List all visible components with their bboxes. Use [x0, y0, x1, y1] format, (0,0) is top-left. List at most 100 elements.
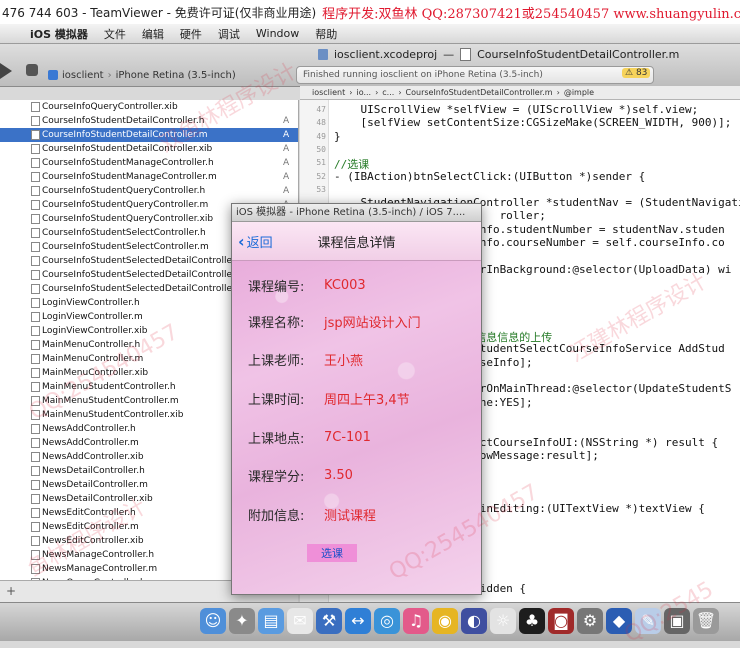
file-list-item[interactable]: CourseInfoStudentManageController.m A	[0, 170, 298, 184]
code-line: - (IBAction)btnSelectClick:(UIButton *)s…	[334, 169, 646, 183]
file-icon	[31, 326, 40, 336]
scm-status-badge: A	[283, 172, 290, 182]
file-icon	[31, 200, 40, 210]
menu-edit[interactable]: 编辑	[134, 26, 172, 42]
jump-item-file[interactable]: CourseInfoStudentDetailController.m	[406, 88, 553, 97]
run-icon[interactable]	[0, 63, 12, 79]
file-list-item[interactable]: CourseInfoStudentManageController.h A	[0, 156, 298, 170]
file-name: CourseInfoStudentManageController.m	[42, 172, 217, 182]
qq-icon[interactable]: ♣	[519, 608, 545, 634]
xcode-icon[interactable]: ⚒	[316, 608, 342, 634]
field-course-name: 课程名称: jsp网站设计入门	[248, 312, 421, 331]
scm-status-badge: A	[283, 130, 290, 140]
menu-window[interactable]: Window	[248, 27, 307, 40]
file-icon	[31, 172, 40, 182]
file-name: CourseInfoQueryController.xib	[42, 102, 178, 112]
scheme-selector[interactable]: iosclient › iPhone Retina (3.5-inch)	[48, 67, 236, 83]
textedit-icon[interactable]: ✎	[635, 608, 661, 634]
nav-title: 课程信息详情	[317, 236, 396, 251]
select-course-button[interactable]: 选课	[307, 544, 357, 562]
safari-icon[interactable]: ◎	[374, 608, 400, 634]
file-icon	[31, 340, 40, 350]
app2-icon[interactable]: ▣	[664, 608, 690, 634]
finder-icon[interactable]: ☺	[200, 608, 226, 634]
preferences-icon[interactable]: ⚙	[577, 608, 603, 634]
jump-item-symbol[interactable]: @imple	[564, 88, 594, 97]
teamviewer-title-bar: 476 744 603 - TeamViewer - 免费许可证(仅非商业用途)…	[0, 0, 740, 24]
chevron-right-icon: ›	[398, 88, 402, 97]
field-label: 课程学分:	[248, 469, 305, 485]
ios-screen: ‹ 返回 课程信息详情 课程编号: KC003 课程名称: jsp网站设计入门 …	[232, 222, 481, 594]
field-class-time: 上课时间: 周四上午3,4节	[248, 389, 410, 408]
eclipse-icon[interactable]: ◐	[461, 608, 487, 634]
menu-hardware[interactable]: 硬件	[172, 26, 210, 42]
scm-status-badge: A	[283, 116, 290, 126]
separator: —	[443, 48, 455, 61]
window-tabs: iosclient.xcodeproj — CourseInfoStudentD…	[318, 46, 679, 63]
file-name: NewsDetailController.xib	[42, 494, 153, 504]
jump-item-group[interactable]: io...	[356, 88, 371, 97]
line-number: 48	[316, 118, 326, 128]
chrome-icon[interactable]: ◉	[432, 608, 458, 634]
jump-item-folder[interactable]: c...	[382, 88, 394, 97]
teamviewer-icon[interactable]: ↔	[345, 608, 371, 634]
file-list-item[interactable]: CourseInfoStudentDetailController.m A	[0, 128, 298, 142]
file-name: CourseInfoStudentSelectedDetailControlle…	[42, 256, 244, 266]
code-line: [selfView setContentSize:CGSizeMake(SCRE…	[334, 116, 732, 130]
warning-count: 83	[635, 68, 648, 78]
stop-icon[interactable]	[26, 64, 38, 76]
field-label: 上课地点:	[248, 431, 305, 447]
trash-icon[interactable]: 🗑	[693, 608, 719, 634]
file-icon	[31, 158, 40, 168]
jump-item-project[interactable]: iosclient	[312, 88, 345, 97]
file-icon	[31, 228, 40, 238]
launchpad-icon[interactable]: ✦	[229, 608, 255, 634]
add-icon[interactable]: +	[6, 584, 16, 598]
weather-icon[interactable]: ☼	[490, 608, 516, 634]
file-name: MainMenuController.m	[42, 354, 144, 364]
file-list-item[interactable]: CourseInfoStudentDetailController.h A	[0, 114, 298, 128]
field-course-number: 课程编号: KC003	[248, 276, 366, 295]
app-icon[interactable]: ◆	[606, 608, 632, 634]
project-tab[interactable]: iosclient.xcodeproj	[334, 48, 437, 61]
editor-jump-bar: iosclient › io... › c... › CourseInfoStuden…	[300, 86, 740, 100]
activity-status-box: Finished running iosclient on iPhone Ret…	[296, 66, 654, 84]
file-icon	[31, 284, 40, 294]
file-icon	[31, 424, 40, 434]
chevron-right-icon: ›	[556, 88, 560, 97]
file-icon	[31, 396, 40, 406]
file-name: MainMenuStudentController.m	[42, 396, 179, 406]
menu-help[interactable]: 帮助	[307, 26, 345, 42]
menu-app[interactable]: iOS 模拟器	[22, 26, 96, 42]
photobooth-icon[interactable]: ◙	[548, 608, 574, 634]
file-list-item[interactable]: CourseInfoStudentQueryController.h A	[0, 184, 298, 198]
line-number: 47	[316, 105, 326, 114]
xcode-toolbar: iosclient › iPhone Retina (3.5-inch) ios…	[0, 44, 740, 87]
field-credits: 课程学分: 3.50	[248, 466, 353, 485]
field-class-location: 上课地点: 7C-101	[248, 428, 371, 447]
ios-simulator-window: iOS 模拟器 - iPhone Retina (3.5-inch) / iOS…	[231, 203, 482, 595]
field-value: 测试课程	[324, 508, 377, 524]
line-number: 53	[316, 184, 326, 194]
scm-status-badge: A	[283, 144, 290, 154]
file-list-item[interactable]: CourseInfoStudentDetailController.xib A	[0, 142, 298, 156]
line-number: 52	[316, 171, 326, 181]
file-icon	[31, 270, 40, 280]
file-list-item[interactable]: CourseInfoQueryController.xib	[0, 100, 298, 114]
file-name: NewsManageController.m	[42, 564, 158, 574]
folder-icon[interactable]: ▤	[258, 608, 284, 634]
menu-file[interactable]: 文件	[96, 26, 134, 42]
file-name: NewsDetailController.m	[42, 480, 148, 490]
mail-icon[interactable]: ✉	[287, 608, 313, 634]
file-icon	[31, 242, 40, 252]
file-icon	[31, 186, 40, 196]
file-icon	[31, 550, 40, 560]
file-icon	[31, 522, 40, 532]
warning-count-badge[interactable]: ⚠ 83	[622, 68, 651, 78]
itunes-icon[interactable]: ♫	[403, 608, 429, 634]
file-name: NewsAddController.h	[42, 424, 136, 434]
file-tab[interactable]: CourseInfoStudentDetailController.m	[477, 48, 679, 61]
file-icon	[31, 298, 40, 308]
menu-debug[interactable]: 调试	[210, 26, 248, 42]
scm-status-badge: A	[283, 186, 290, 196]
